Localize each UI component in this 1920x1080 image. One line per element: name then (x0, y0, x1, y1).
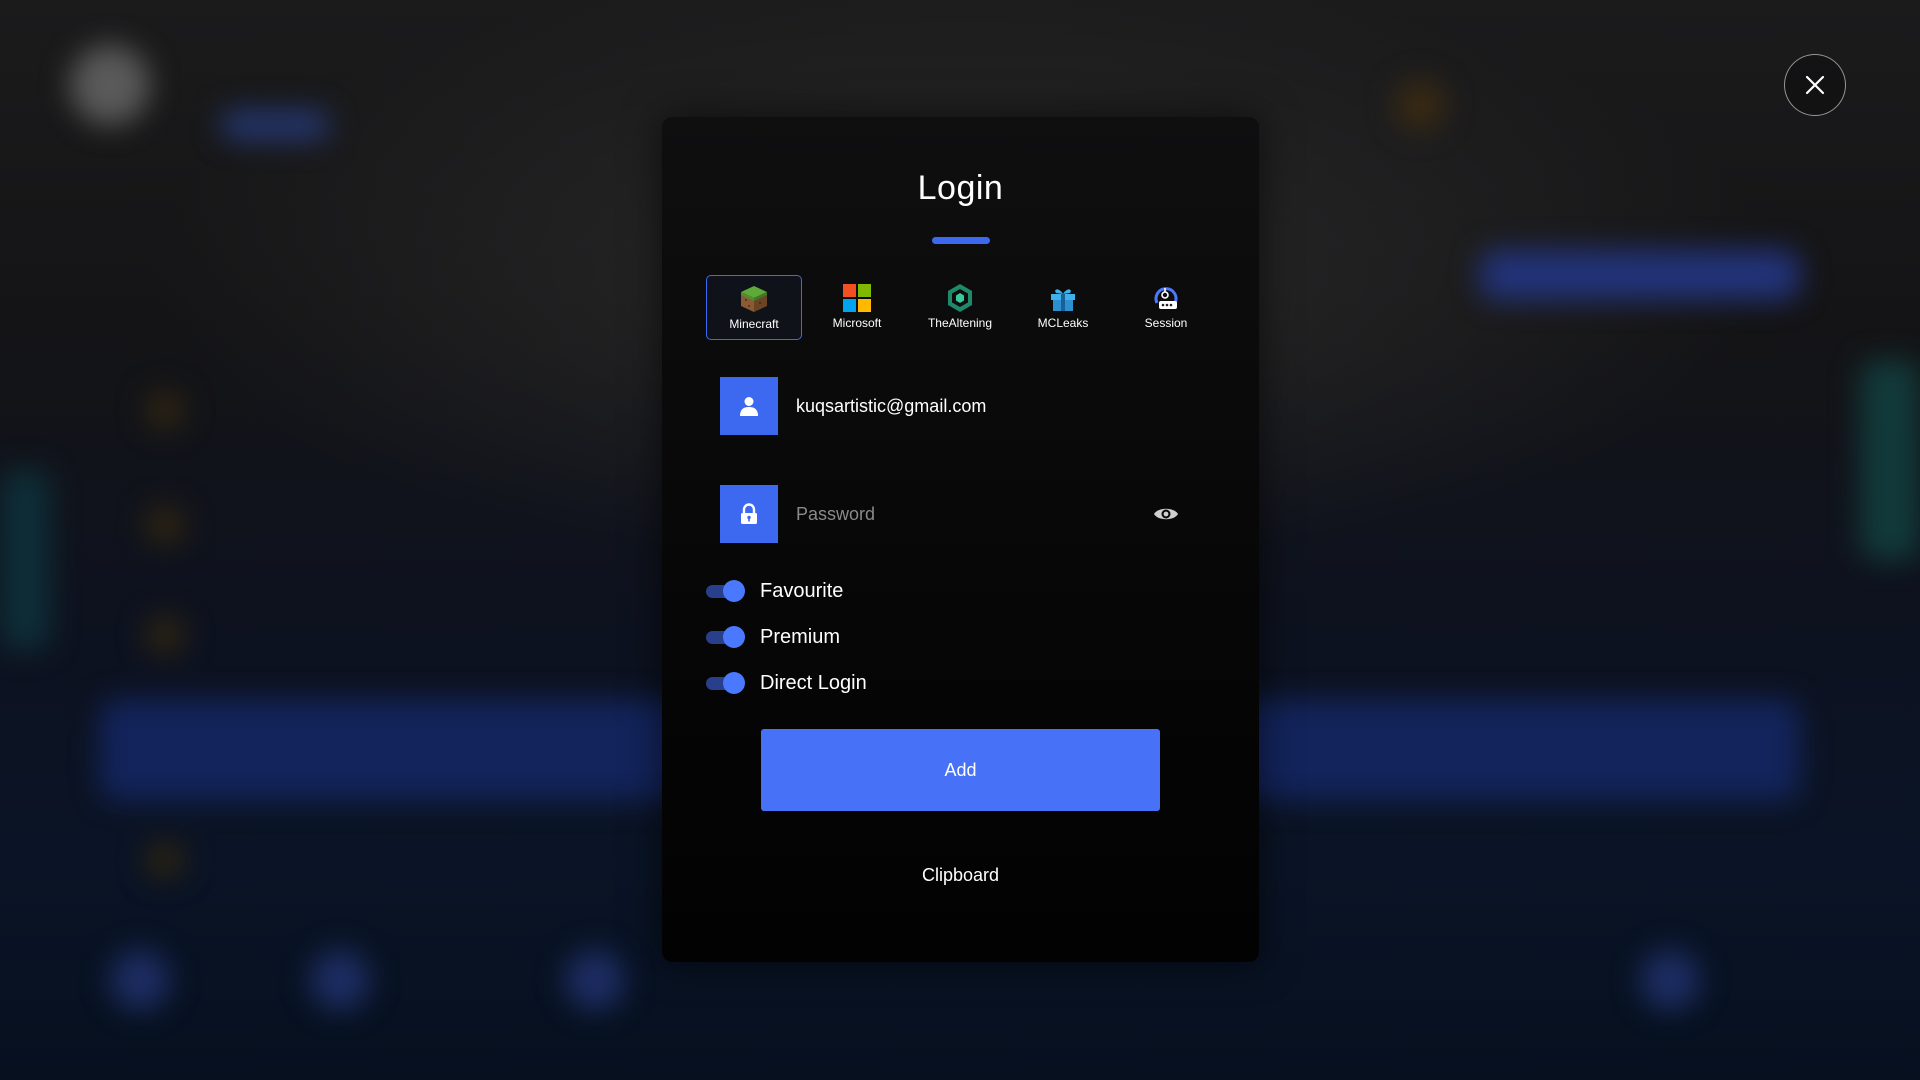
account-type-tabs: Minecraft Microsoft TheAltening MCLeaks … (706, 275, 1216, 340)
email-field (720, 377, 1200, 435)
background-shape (0, 470, 50, 650)
password-input[interactable] (796, 485, 1136, 543)
background-shape (145, 390, 185, 430)
toggle-knob (723, 580, 745, 602)
background-shape (565, 950, 625, 1010)
background-shape (1480, 250, 1800, 300)
tab-label: Minecraft (729, 317, 779, 331)
background-shape (145, 840, 185, 880)
background-shape (220, 110, 330, 140)
background-avatar (70, 45, 150, 125)
background-shape (1640, 950, 1700, 1010)
user-icon (720, 377, 778, 435)
lock-icon (720, 485, 778, 543)
background-shape (145, 615, 185, 655)
login-dialog: Login Minecraft Microsoft TheAltening MC… (662, 117, 1259, 962)
clipboard-button[interactable]: Clipboard (662, 865, 1259, 886)
premium-label: Premium (760, 625, 841, 648)
toggle-knob (723, 626, 745, 648)
direct-login-toggle-row: Direct Login (706, 669, 867, 697)
background-shape (1395, 80, 1445, 130)
tab-label: Session (1144, 316, 1188, 330)
tab-mcleaks[interactable]: MCLeaks (1015, 275, 1111, 340)
background-shape (110, 950, 170, 1010)
dialog-title: Login (917, 169, 1004, 207)
gift-icon (1047, 282, 1079, 314)
premium-toggle[interactable] (706, 623, 745, 651)
tab-label: Microsoft (832, 316, 882, 330)
password-field (720, 485, 1200, 543)
tab-minecraft[interactable]: Minecraft (706, 275, 802, 340)
tab-label: MCLeaks (1037, 316, 1089, 330)
title-underline (932, 237, 990, 244)
background-shape (145, 505, 185, 545)
favourite-label: Favourite (760, 579, 844, 602)
eye-icon (1154, 508, 1178, 520)
tab-microsoft[interactable]: Microsoft (809, 275, 905, 340)
favourite-toggle[interactable] (706, 577, 745, 605)
tab-session[interactable]: Session (1118, 275, 1214, 340)
direct-login-toggle[interactable] (706, 669, 745, 697)
direct-login-label: Direct Login (760, 671, 867, 694)
toggle-knob (723, 672, 745, 694)
thealtening-hexagon-icon (944, 282, 976, 314)
tab-label: TheAltening (927, 316, 993, 330)
add-button[interactable]: Add (761, 729, 1160, 811)
email-input[interactable] (796, 377, 1136, 435)
background-shape (310, 950, 370, 1010)
premium-toggle-row: Premium (706, 623, 840, 651)
show-password-toggle[interactable] (1152, 502, 1180, 526)
background-shape (1860, 360, 1920, 560)
favourite-toggle-row: Favourite (706, 577, 843, 605)
microsoft-logo-icon (841, 282, 873, 314)
tab-thealtening[interactable]: TheAltening (912, 275, 1008, 340)
close-button[interactable] (1784, 54, 1846, 116)
close-icon (1805, 75, 1825, 95)
grass-block-icon (738, 283, 770, 315)
session-token-icon (1150, 282, 1182, 314)
